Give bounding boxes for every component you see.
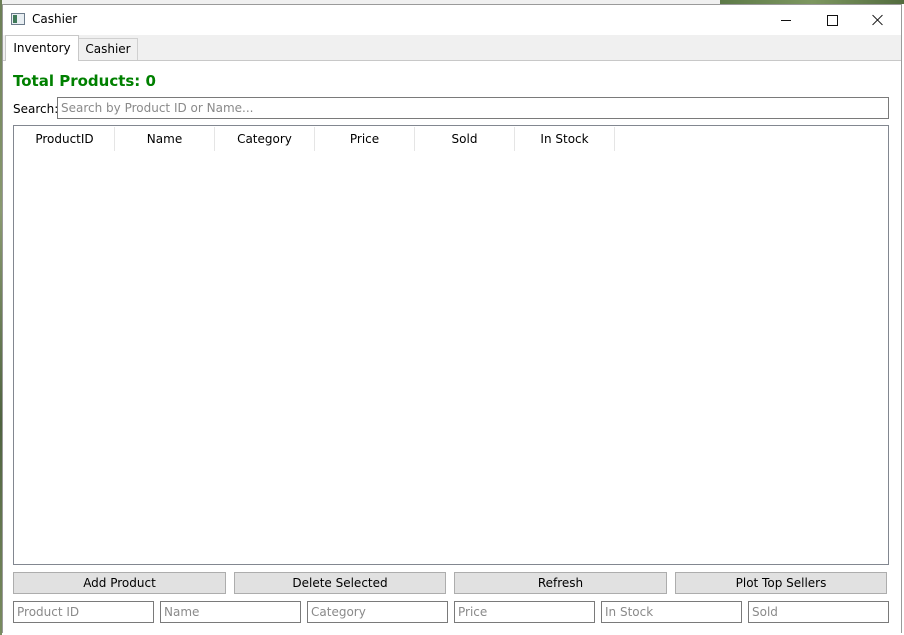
add-product-button[interactable]: Add Product — [13, 572, 226, 594]
products-table[interactable]: ProductID Name Category Price Sold In St… — [13, 125, 889, 565]
app-icon — [11, 13, 25, 25]
product-entry-fields — [13, 601, 889, 623]
minimize-button[interactable] — [763, 5, 809, 35]
table-header: ProductID Name Category Price Sold In St… — [15, 127, 615, 151]
column-header-productid[interactable]: ProductID — [15, 127, 115, 151]
title-bar[interactable]: Cashier — [3, 5, 901, 35]
maximize-button[interactable] — [809, 5, 855, 35]
search-input[interactable] — [57, 97, 889, 119]
total-products-label: Total Products: 0 — [13, 72, 156, 90]
tab-cashier[interactable]: Cashier — [78, 38, 138, 60]
in-stock-field[interactable] — [601, 601, 742, 623]
action-buttons: Add Product Delete Selected Refresh Plot… — [13, 572, 889, 594]
name-field[interactable] — [160, 601, 301, 623]
inventory-panel: Total Products: 0 Search: ProductID Name… — [3, 60, 901, 633]
column-header-category[interactable]: Category — [215, 127, 315, 151]
category-field[interactable] — [307, 601, 448, 623]
price-field[interactable] — [454, 601, 595, 623]
plot-top-sellers-button[interactable]: Plot Top Sellers — [675, 572, 887, 594]
close-button[interactable] — [855, 5, 901, 35]
tab-bar: Inventory Cashier — [3, 35, 901, 61]
column-header-name[interactable]: Name — [115, 127, 215, 151]
sold-field[interactable] — [748, 601, 889, 623]
delete-selected-button[interactable]: Delete Selected — [234, 572, 446, 594]
column-header-sold[interactable]: Sold — [415, 127, 515, 151]
refresh-button[interactable]: Refresh — [454, 572, 667, 594]
column-header-price[interactable]: Price — [315, 127, 415, 151]
window-title: Cashier — [32, 12, 78, 26]
minimize-icon — [781, 19, 791, 21]
search-label: Search: — [13, 102, 59, 116]
cashier-window: Cashier Inventory Cashier Total Products… — [2, 4, 902, 633]
close-icon — [872, 14, 884, 26]
product-id-field[interactable] — [13, 601, 154, 623]
maximize-icon — [826, 14, 838, 26]
tab-inventory[interactable]: Inventory — [5, 35, 79, 61]
column-header-in-stock[interactable]: In Stock — [515, 127, 615, 151]
